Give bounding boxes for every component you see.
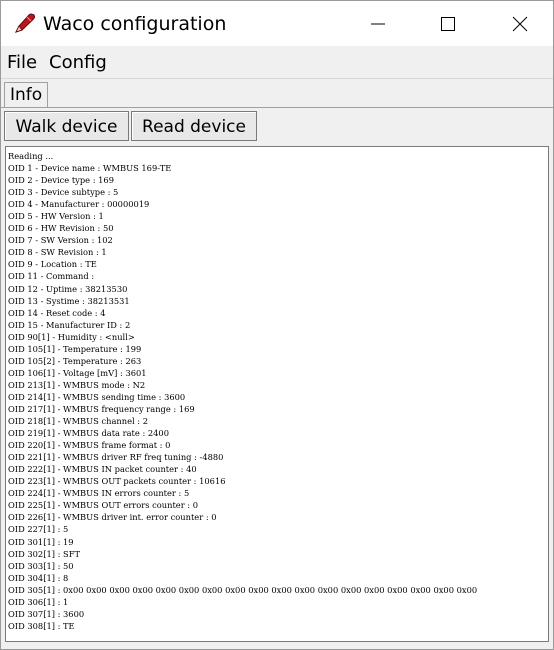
log-line: OID 224[1] - WMBUS IN errors counter : 5 [8,488,190,499]
walk-device-button[interactable]: Walk device [4,111,129,141]
log-line: OID 12 - Uptime : 38213530 [8,283,128,294]
log-line: OID 307[1] : 3600 [8,608,85,619]
log-line: OID 219[1] - WMBUS data rate : 2400 [8,428,169,439]
log-line: OID 305[1] : 0x00 0x00 0x00 0x00 0x00 0x… [8,584,478,595]
log-line: OID 2 - Device type : 169 [8,175,114,186]
menu-bar: File Config [1,49,553,77]
title-bar[interactable]: Waco configuration [1,1,553,46]
tab-strip: Info [1,78,553,107]
maximize-icon [441,17,455,31]
menu-file[interactable]: File [7,52,37,74]
minimize-icon [371,23,385,25]
close-button[interactable] [497,1,543,46]
log-line: OID 4 - Manufacturer : 00000019 [8,199,150,210]
log-line: OID 90[1] - Humidity : <null> [8,331,135,342]
log-line: OID 15 - Manufacturer ID : 2 [8,319,131,330]
maximize-button[interactable] [425,1,471,46]
log-line: OID 226[1] - WMBUS driver int. error cou… [8,512,217,523]
log-line: OID 221[1] - WMBUS driver RF freq tuning… [8,452,224,463]
log-line: OID 225[1] - WMBUS OUT errors counter : … [8,500,199,511]
log-line: OID 11 - Command : [8,271,95,282]
log-line: OID 105[2] - Temperature : 263 [8,355,142,366]
log-line: Reading ... [8,151,54,161]
log-line: OID 302[1] : SFT [8,548,81,559]
log-line: OID 5 - HW Version : 1 [8,211,104,222]
log-line: OID 6 - HW Revision : 50 [8,223,114,234]
log-line: OID 3 - Device subtype : 5 [8,187,119,198]
log-line: OID 304[1] : 8 [8,572,69,583]
tab-info[interactable]: Info [4,82,49,107]
log-line: OID 217[1] - WMBUS frequency range : 169 [8,403,195,414]
log-line: OID 14 - Reset code : 4 [8,307,106,318]
log-line: OID 7 - SW Version : 102 [8,235,113,246]
log-line: OID 220[1] - WMBUS frame format : 0 [8,440,171,451]
log-lines: Reading ... OID 1 - Device name : WMBUS 1… [6,147,548,632]
log-line: OID 227[1] : 5 [8,524,69,535]
toolbar: Walk device Read device [1,107,553,146]
log-line: OID 9 - Location : TE [8,259,97,270]
close-icon [512,16,528,32]
log-line: OID 301[1] : 19 [8,536,74,547]
log-output[interactable]: Reading ... OID 1 - Device name : WMBUS 1… [5,146,549,642]
minimize-button[interactable] [355,1,401,46]
log-line: OID 223[1] - WMBUS OUT packets counter :… [8,476,226,487]
log-line: OID 214[1] - WMBUS sending time : 3600 [8,391,186,402]
log-line: OID 303[1] : 50 [8,560,74,571]
log-line: OID 105[1] - Temperature : 199 [8,343,142,354]
log-line: OID 308[1] : TE [8,620,75,631]
read-device-button[interactable]: Read device [131,111,257,141]
log-line: OID 218[1] - WMBUS channel : 2 [8,416,149,427]
log-line: OID 213[1] - WMBUS mode : N2 [8,379,146,390]
log-line: OID 8 - SW Revision : 1 [8,247,107,258]
window-bottom-edge [1,642,553,649]
menu-config[interactable]: Config [49,52,107,74]
app-window: Waco configuration File Config Info Walk… [0,0,554,650]
log-line: OID 106[1] - Voltage [mV] : 3601 [8,367,147,378]
log-line: OID 1 - Device name : WMBUS 169-TE [8,163,172,174]
red-pen-icon [13,11,37,35]
window-title: Waco configuration [43,13,227,35]
log-line: OID 306[1] : 1 [8,596,69,607]
log-line: OID 222[1] - WMBUS IN packet counter : 4… [8,464,197,475]
log-line: OID 13 - Systime : 38213531 [8,295,130,306]
